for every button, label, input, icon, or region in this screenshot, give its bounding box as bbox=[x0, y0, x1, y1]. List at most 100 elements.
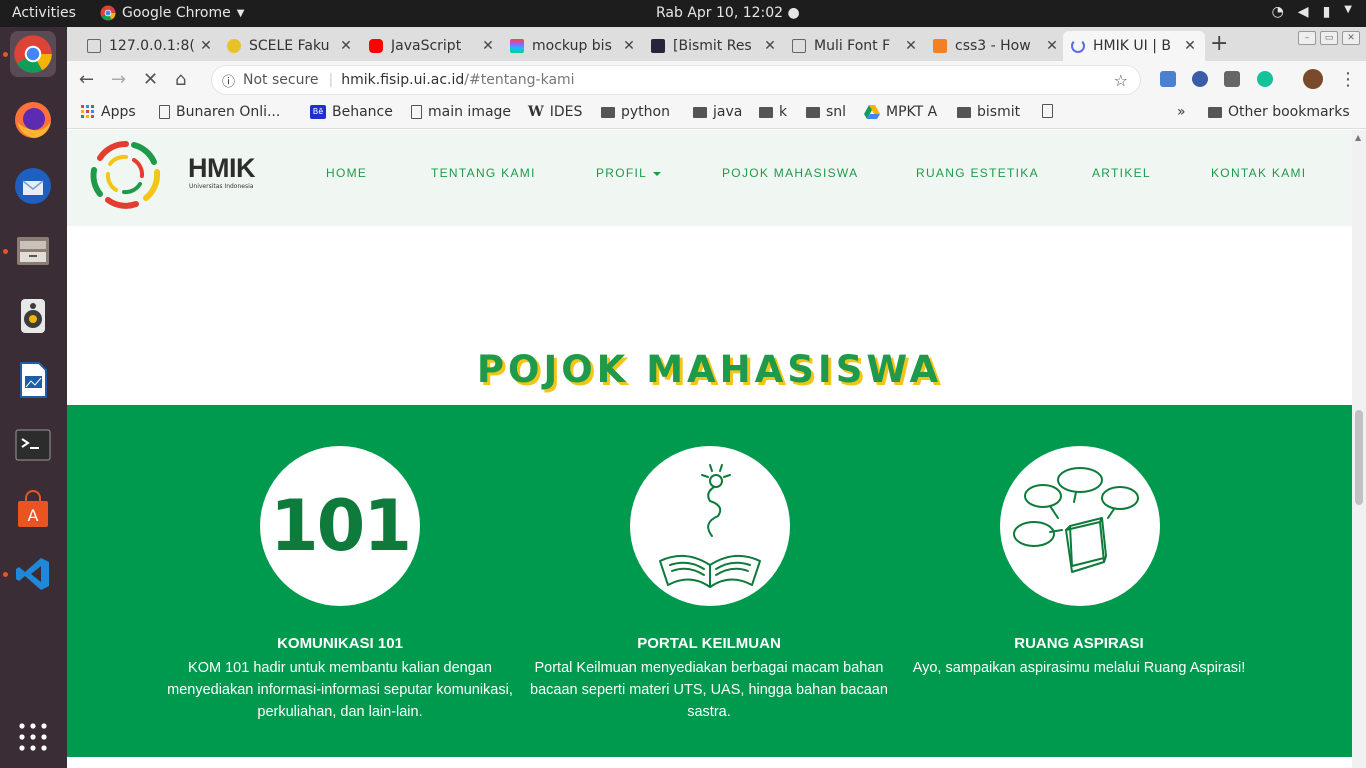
open-book-icon bbox=[630, 446, 790, 606]
figma-icon bbox=[510, 39, 524, 53]
system-tray[interactable]: ◔ ◀ ▮ ▼ bbox=[1272, 4, 1352, 20]
chrome-icon bbox=[100, 5, 116, 21]
dock-rhythmbox[interactable] bbox=[10, 293, 56, 339]
divider: | bbox=[328, 72, 334, 88]
back-button[interactable]: ← bbox=[79, 69, 94, 90]
dock-firefox[interactable] bbox=[10, 97, 56, 143]
app-menu[interactable]: Google Chrome ▼ bbox=[100, 5, 244, 21]
apps-icon bbox=[81, 105, 94, 118]
scrollbar-thumb[interactable] bbox=[1355, 410, 1363, 505]
logo-text: HMIK bbox=[188, 153, 256, 183]
show-applications-button[interactable] bbox=[10, 714, 56, 760]
firefox-icon bbox=[15, 102, 51, 138]
dock-software[interactable]: A bbox=[10, 487, 56, 533]
bookmarks-overflow-button[interactable]: » bbox=[1177, 104, 1186, 120]
bookmark-item[interactable]: main image bbox=[411, 104, 511, 120]
page-icon bbox=[1042, 104, 1053, 118]
close-icon[interactable]: ✕ bbox=[1045, 38, 1059, 54]
dock-thunderbird[interactable] bbox=[10, 163, 56, 209]
files-icon bbox=[17, 237, 49, 265]
extension-icon[interactable] bbox=[1192, 71, 1208, 87]
nav-kontak-kami[interactable]: KONTAK KAMI bbox=[1211, 166, 1306, 180]
app-name: Google Chrome bbox=[122, 5, 231, 21]
address-bar[interactable]: ⓘ Not secure | hmik.fisip.ui.ac.id /#ten… bbox=[211, 65, 1141, 95]
nav-artikel[interactable]: ARTIKEL bbox=[1092, 166, 1151, 180]
dock-terminal[interactable] bbox=[10, 422, 56, 468]
speaker-icon bbox=[21, 299, 45, 333]
url-path: /#tentang-kami bbox=[464, 72, 575, 88]
bookmark-item[interactable]: W IDES bbox=[528, 104, 582, 120]
clock[interactable]: Rab Apr 10, 12:02 ● bbox=[656, 5, 800, 21]
close-icon[interactable]: ✕ bbox=[1183, 38, 1197, 54]
nav-profil[interactable]: PROFIL bbox=[596, 166, 662, 180]
bookmark-folder[interactable]: java bbox=[693, 104, 742, 120]
os-top-bar: Activities Google Chrome ▼ Rab Apr 10, 1… bbox=[0, 0, 1366, 27]
bookmark-star-icon[interactable]: ☆ bbox=[1114, 71, 1128, 90]
chat-icon[interactable] bbox=[1224, 71, 1240, 87]
folder-icon bbox=[601, 106, 615, 118]
grammarly-icon[interactable] bbox=[1257, 71, 1273, 87]
bookmark-folder[interactable]: snl bbox=[806, 104, 846, 120]
running-indicator bbox=[3, 52, 8, 57]
tab[interactable]: [Bismit Res ✕ bbox=[643, 31, 785, 61]
nav-ruang-estetika[interactable]: RUANG ESTETIKA bbox=[916, 166, 1039, 180]
svg-text:A: A bbox=[28, 506, 39, 525]
avatar[interactable] bbox=[1303, 69, 1323, 89]
tab-active[interactable]: HMIK UI | B ✕ bbox=[1063, 31, 1205, 61]
tab[interactable]: mockup bis ✕ bbox=[502, 31, 644, 61]
scroll-up-icon[interactable]: ▲ bbox=[1355, 133, 1361, 142]
menu-icon[interactable]: ⋮ bbox=[1339, 69, 1357, 90]
other-bookmarks[interactable]: Other bookmarks bbox=[1208, 104, 1350, 120]
page-icon bbox=[87, 39, 101, 53]
bookmark-item[interactable] bbox=[1042, 104, 1059, 118]
home-button[interactable]: ⌂ bbox=[175, 69, 186, 90]
bookmark-folder[interactable]: bismit bbox=[957, 104, 1020, 120]
close-window-button[interactable]: ✕ bbox=[1342, 31, 1360, 45]
maximize-button[interactable]: ▭ bbox=[1320, 31, 1338, 45]
folder-icon bbox=[1208, 106, 1222, 118]
close-icon[interactable]: ✕ bbox=[622, 38, 636, 54]
close-icon[interactable]: ✕ bbox=[904, 38, 918, 54]
bookmark-item[interactable]: Bē Behance bbox=[310, 104, 393, 120]
new-tab-button[interactable]: + bbox=[1210, 31, 1228, 56]
forward-button[interactable]: → bbox=[111, 69, 126, 90]
page-scrollbar[interactable]: ▲ bbox=[1352, 130, 1366, 768]
dock-writer[interactable] bbox=[10, 357, 56, 403]
bookmark-apps[interactable]: Apps bbox=[81, 104, 136, 120]
close-icon[interactable]: ✕ bbox=[763, 38, 777, 54]
bookmark-folder[interactable]: k bbox=[759, 104, 787, 120]
tab[interactable]: 127.0.0.1:8(✕ bbox=[79, 31, 221, 61]
bookmark-item[interactable]: Bunaren Onli... bbox=[159, 104, 280, 120]
shopping-bag-icon: A bbox=[18, 490, 48, 527]
youtube-icon bbox=[369, 39, 383, 53]
komunikasi-101-icon: 101 bbox=[260, 446, 420, 606]
hmik-logo-icon[interactable] bbox=[86, 136, 164, 212]
page-icon bbox=[411, 105, 422, 119]
wikipedia-icon: W bbox=[528, 104, 544, 120]
nav-tentang-kami[interactable]: TENTANG KAMI bbox=[431, 166, 536, 180]
nav-home[interactable]: HOME bbox=[326, 166, 367, 180]
nav-pojok-mahasiswa[interactable]: POJOK MAHASISWA bbox=[722, 166, 858, 180]
tab[interactable]: SCELE Faku ✕ bbox=[219, 31, 361, 61]
folder-icon bbox=[693, 106, 707, 118]
thunderbird-icon bbox=[15, 168, 51, 204]
chevron-down-icon: ▼ bbox=[236, 7, 245, 19]
tab[interactable]: JavaScript ✕ bbox=[361, 31, 503, 61]
dock-chrome[interactable] bbox=[10, 31, 56, 77]
dock-files[interactable] bbox=[10, 228, 56, 274]
folder-icon bbox=[806, 106, 820, 118]
bookmark-item[interactable]: MPKT A bbox=[864, 104, 937, 120]
tab[interactable]: css3 - How ✕ bbox=[925, 31, 1067, 61]
tab[interactable]: Muli Font F ✕ bbox=[784, 31, 926, 61]
close-icon[interactable]: ✕ bbox=[339, 38, 353, 54]
close-icon[interactable]: ✕ bbox=[199, 38, 213, 54]
stop-button[interactable]: ✕ bbox=[143, 69, 158, 90]
page-icon bbox=[792, 39, 806, 53]
activities-button[interactable]: Activities bbox=[12, 5, 76, 21]
icon-label: 101 bbox=[269, 485, 412, 567]
bookmark-folder[interactable]: python bbox=[601, 104, 670, 120]
minimize-button[interactable]: – bbox=[1298, 31, 1316, 45]
translate-icon[interactable] bbox=[1160, 71, 1176, 87]
dock-vscode[interactable] bbox=[10, 551, 56, 597]
close-icon[interactable]: ✕ bbox=[481, 38, 495, 54]
